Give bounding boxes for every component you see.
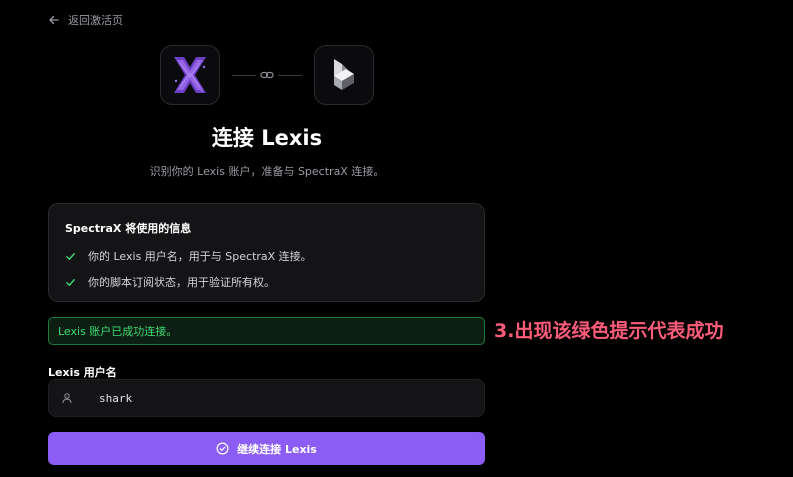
continue-button-label: 继续连接 Lexis <box>237 442 317 456</box>
spectrax-logo <box>160 45 220 105</box>
back-link-label: 返回激活页 <box>68 14 123 27</box>
connector-line <box>232 74 256 76</box>
username-value: shark <box>99 391 133 405</box>
annotation-text: 3.出现该绿色提示代表成功 <box>494 320 724 342</box>
info-item-text: 你的脚本订阅状态，用于验证所有权。 <box>88 276 275 289</box>
info-item-text: 你的 Lexis 用户名，用于与 SpectraX 连接。 <box>88 250 312 263</box>
check-icon <box>66 252 75 260</box>
link-connector <box>232 68 302 82</box>
continue-connect-button[interactable]: 继续连接 Lexis <box>48 432 485 465</box>
info-card: SpectraX 将使用的信息 你的 Lexis 用户名，用于与 Spectra… <box>48 203 485 302</box>
link-icon <box>260 71 274 79</box>
info-item: 你的 Lexis 用户名，用于与 SpectraX 连接。 <box>65 248 468 264</box>
user-icon <box>62 393 72 404</box>
username-label: Lexis 用户名 <box>48 366 117 379</box>
page-title: 连接 Lexis <box>211 126 323 150</box>
info-item: 你的脚本订阅状态，用于验证所有权。 <box>65 274 468 290</box>
success-message: Lexis 账户已成功连接。 <box>58 325 178 338</box>
check-circle-icon <box>216 442 229 455</box>
username-field[interactable]: shark <box>48 379 485 417</box>
lexis-logo <box>314 45 374 105</box>
page-subtitle: 识别你的 Lexis 账户，准备与 SpectraX 连接。 <box>149 165 385 178</box>
back-link[interactable]: 返回激活页 <box>48 12 123 28</box>
connector-line <box>278 74 302 76</box>
info-card-title: SpectraX 将使用的信息 <box>65 222 192 235</box>
page: 返回激活页 连接 Lexis 识别你的 Lexis 账户，准备与 Spectra… <box>0 0 793 477</box>
arrow-left-icon <box>49 15 59 25</box>
logo-pair <box>160 44 374 106</box>
check-icon <box>66 278 75 286</box>
success-alert: Lexis 账户已成功连接。 <box>48 317 485 345</box>
